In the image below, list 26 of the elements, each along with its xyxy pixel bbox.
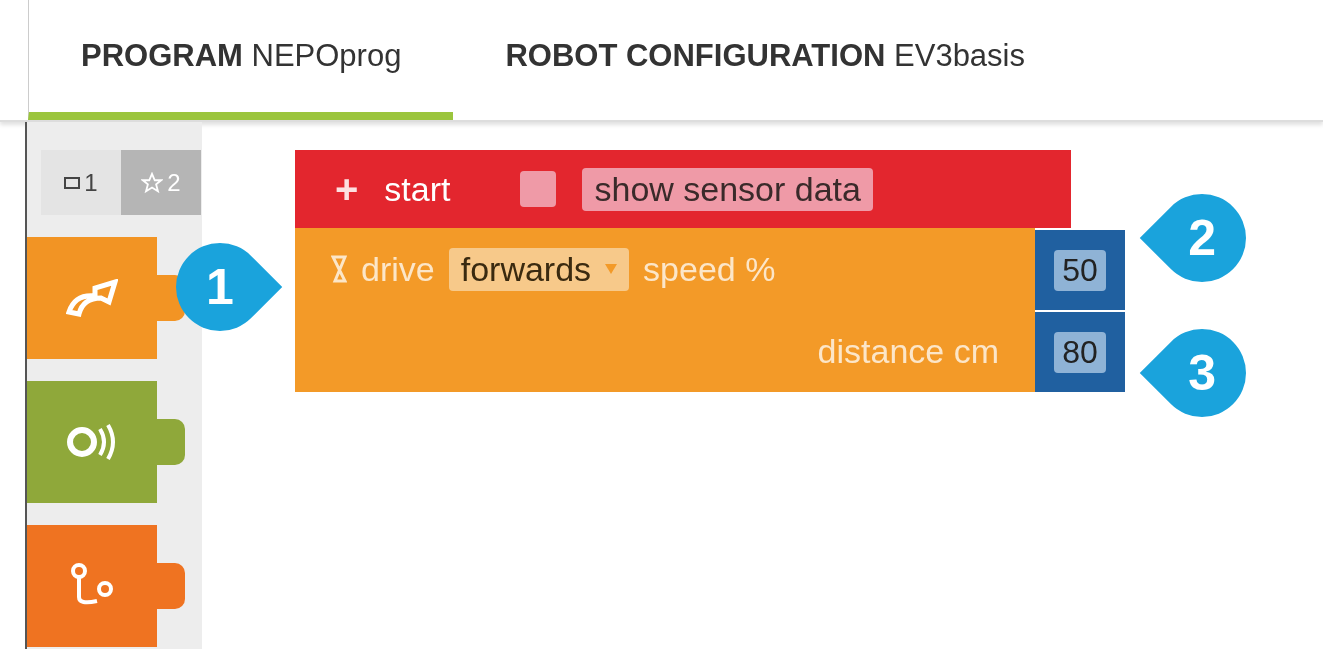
start-block[interactable]: + start show sensor data — [295, 150, 1071, 228]
option-label: show sensor data — [582, 167, 873, 211]
curved-arrow-icon — [66, 279, 118, 317]
level-tab[interactable]: 1 — [41, 150, 121, 215]
speed-label: speed % — [643, 249, 776, 289]
connector-tab — [157, 419, 185, 465]
checkbox[interactable] — [520, 171, 557, 207]
category-block[interactable] — [27, 525, 185, 647]
distance-label: distance cm — [817, 331, 999, 371]
distance-value[interactable]: 80 — [1054, 331, 1106, 373]
start-label: start — [384, 169, 451, 209]
speed-value[interactable]: 50 — [1054, 249, 1106, 291]
category-block[interactable] — [27, 381, 185, 503]
drive-block[interactable]: drive forwards speed % distance cm — [295, 228, 1035, 392]
tab[interactable]: ROBOT CONFIGURATION EV3basis — [453, 0, 1077, 120]
hourglass-icon — [331, 255, 347, 283]
caret-icon — [605, 264, 618, 274]
star-icon — [141, 171, 164, 194]
connector-tab — [157, 563, 185, 609]
drive-label: drive — [361, 249, 435, 289]
square-icon — [64, 176, 81, 189]
category-block[interactable] — [27, 237, 185, 359]
number-block[interactable]: 50 — [1035, 230, 1125, 310]
number-block[interactable]: 80 — [1035, 312, 1125, 392]
plus-label: + — [335, 166, 359, 212]
direction-dropdown[interactable]: forwards — [448, 247, 630, 291]
